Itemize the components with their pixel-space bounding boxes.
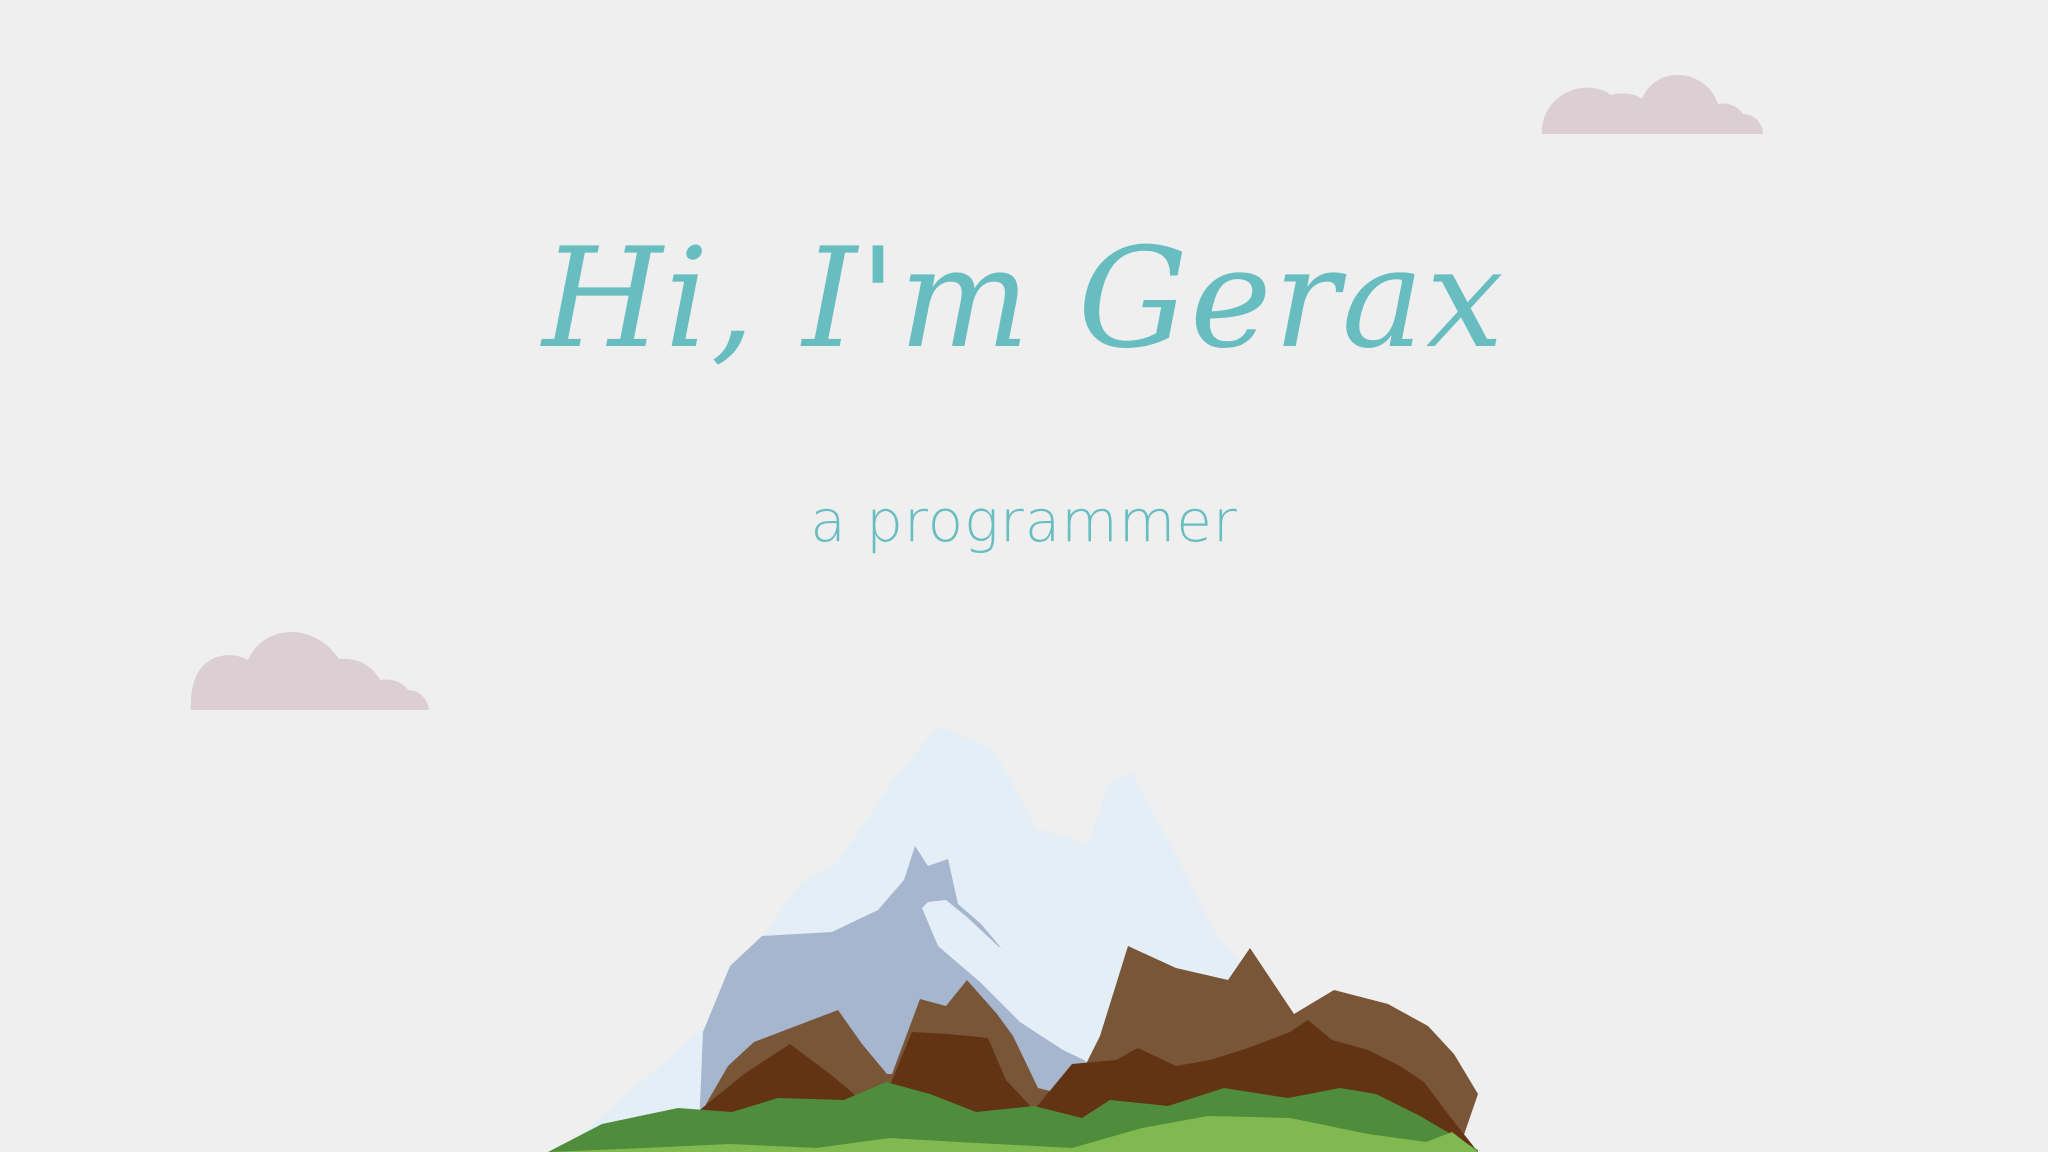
landing-hero: Hi, I'm Gerax a programmer [0,0,2048,1152]
cloud-left-icon [189,632,429,710]
hero-title: Hi, I'm Gerax [542,218,1506,379]
mountain-illustration-icon [548,726,1478,1152]
hero-subtitle: a programmer [810,487,1238,555]
cloud-top-right-icon [1523,75,1763,134]
